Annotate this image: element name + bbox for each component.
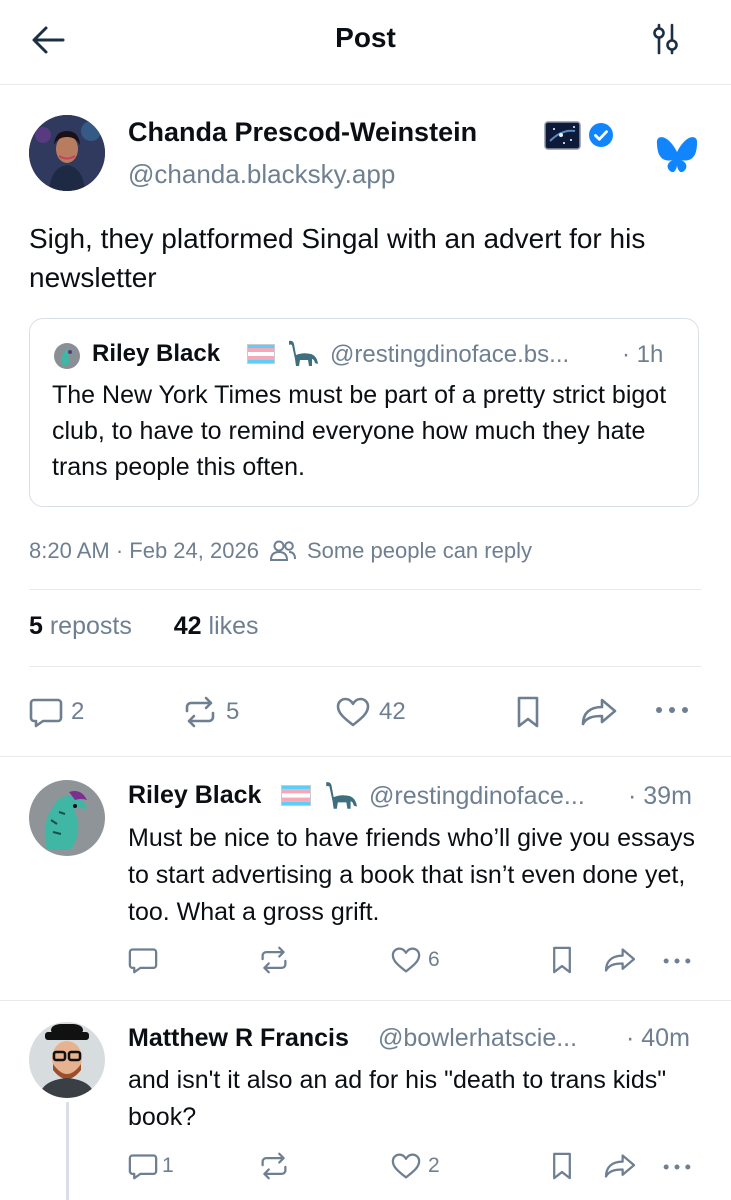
people-icon (269, 539, 297, 563)
reply-bookmark-icon[interactable] (549, 945, 575, 975)
comment-icon (29, 696, 63, 728)
quote-author-name[interactable]: Riley Black (92, 340, 220, 368)
trans-flag-emoji-icon (281, 785, 311, 806)
author-avatar[interactable] (29, 115, 105, 191)
reply-timestamp: · 40m (626, 1024, 690, 1052)
reply-like-button[interactable]: 2 (390, 1152, 440, 1180)
sauropod-emoji-icon (322, 780, 358, 810)
sliders-icon[interactable] (650, 22, 694, 62)
heart-icon (390, 1152, 422, 1180)
page-title: Post (335, 22, 396, 53)
galaxy-emoji-icon (544, 121, 581, 150)
sauropod-emoji-icon (285, 339, 319, 367)
author-handle[interactable]: @chanda.blacksky.app (128, 159, 395, 190)
reply-share-icon[interactable] (603, 946, 637, 974)
more-options-icon[interactable] (654, 702, 690, 718)
share-icon[interactable] (580, 696, 618, 728)
comment-icon (128, 1152, 158, 1180)
reply-comment-count: 1 (162, 1154, 174, 1177)
divider (0, 1000, 731, 1001)
reply-repost-icon[interactable] (258, 946, 290, 974)
divider (29, 666, 701, 667)
reply-author-name[interactable]: Matthew R Francis (128, 1024, 349, 1053)
reply-button[interactable]: 2 (29, 696, 84, 728)
divider (0, 756, 731, 757)
bookmark-icon[interactable] (513, 695, 543, 729)
quote-text: The New York Times must be part of a pre… (52, 381, 667, 481)
reply-avatar[interactable] (29, 1022, 105, 1098)
reply-author-handle[interactable]: @restingdinoface... (369, 782, 585, 811)
butterfly-logo-icon (655, 135, 699, 175)
trans-flag-emoji-icon (247, 344, 275, 364)
post-timestamp: 8:20 AM · Feb 24, 2026 (29, 538, 259, 563)
repost-icon (182, 696, 218, 728)
reply-more-icon[interactable] (662, 1160, 692, 1174)
engagement-counts: 5 reposts 42 likes (29, 612, 259, 641)
reposts-count-link[interactable]: 5 reposts (29, 612, 132, 640)
repost-button[interactable]: 5 (182, 696, 239, 728)
quote-timestamp: · 1h (622, 341, 664, 368)
quote-author-handle[interactable]: @restingdinoface.bs... (330, 341, 569, 369)
reply-like-count: 6 (428, 948, 440, 971)
heart-icon (335, 696, 371, 728)
verified-check-icon[interactable] (588, 122, 614, 148)
repost-count: 5 (226, 698, 240, 725)
reply-repost-icon[interactable] (258, 1152, 290, 1180)
reply-author-handle[interactable]: @bowlerhatscie... (378, 1024, 577, 1053)
reply-setting-link[interactable]: Some people can reply (307, 538, 532, 564)
like-count: 42 (379, 698, 406, 725)
top-bar: Post (0, 0, 731, 85)
author-name[interactable]: Chanda Prescod-Weinstein (128, 117, 477, 148)
quoted-post-card[interactable]: Riley Black @restingdinoface.bs... · 1h … (29, 318, 699, 507)
thread-line (66, 1102, 69, 1200)
quote-author-avatar[interactable] (54, 343, 80, 369)
reply-count: 2 (71, 698, 85, 725)
reply-avatar[interactable] (29, 780, 105, 856)
reply-like-button[interactable]: 6 (390, 946, 440, 974)
reply-author-name[interactable]: Riley Black (128, 781, 261, 810)
reply-text: Must be nice to have friends who’ll give… (128, 824, 695, 926)
post-text: Sigh, they platformed Singal with an adv… (29, 223, 646, 293)
reply-comment-icon[interactable] (128, 946, 158, 974)
reply-share-icon[interactable] (603, 1152, 637, 1180)
reply-text: and isn't it also an ad for his "death t… (128, 1066, 667, 1131)
reply-like-count: 2 (428, 1154, 440, 1177)
reply-comment-button[interactable]: 1 (128, 1152, 174, 1180)
like-button[interactable]: 42 (335, 696, 406, 728)
reply-more-icon[interactable] (662, 954, 692, 968)
post-meta: 8:20 AM · Feb 24, 2026 Some people can r… (29, 538, 532, 564)
reply-bookmark-icon[interactable] (549, 1151, 575, 1181)
heart-icon (390, 946, 422, 974)
reply-timestamp: · 39m (628, 782, 692, 810)
divider (29, 589, 701, 590)
likes-count-link[interactable]: 42 likes (174, 612, 259, 640)
